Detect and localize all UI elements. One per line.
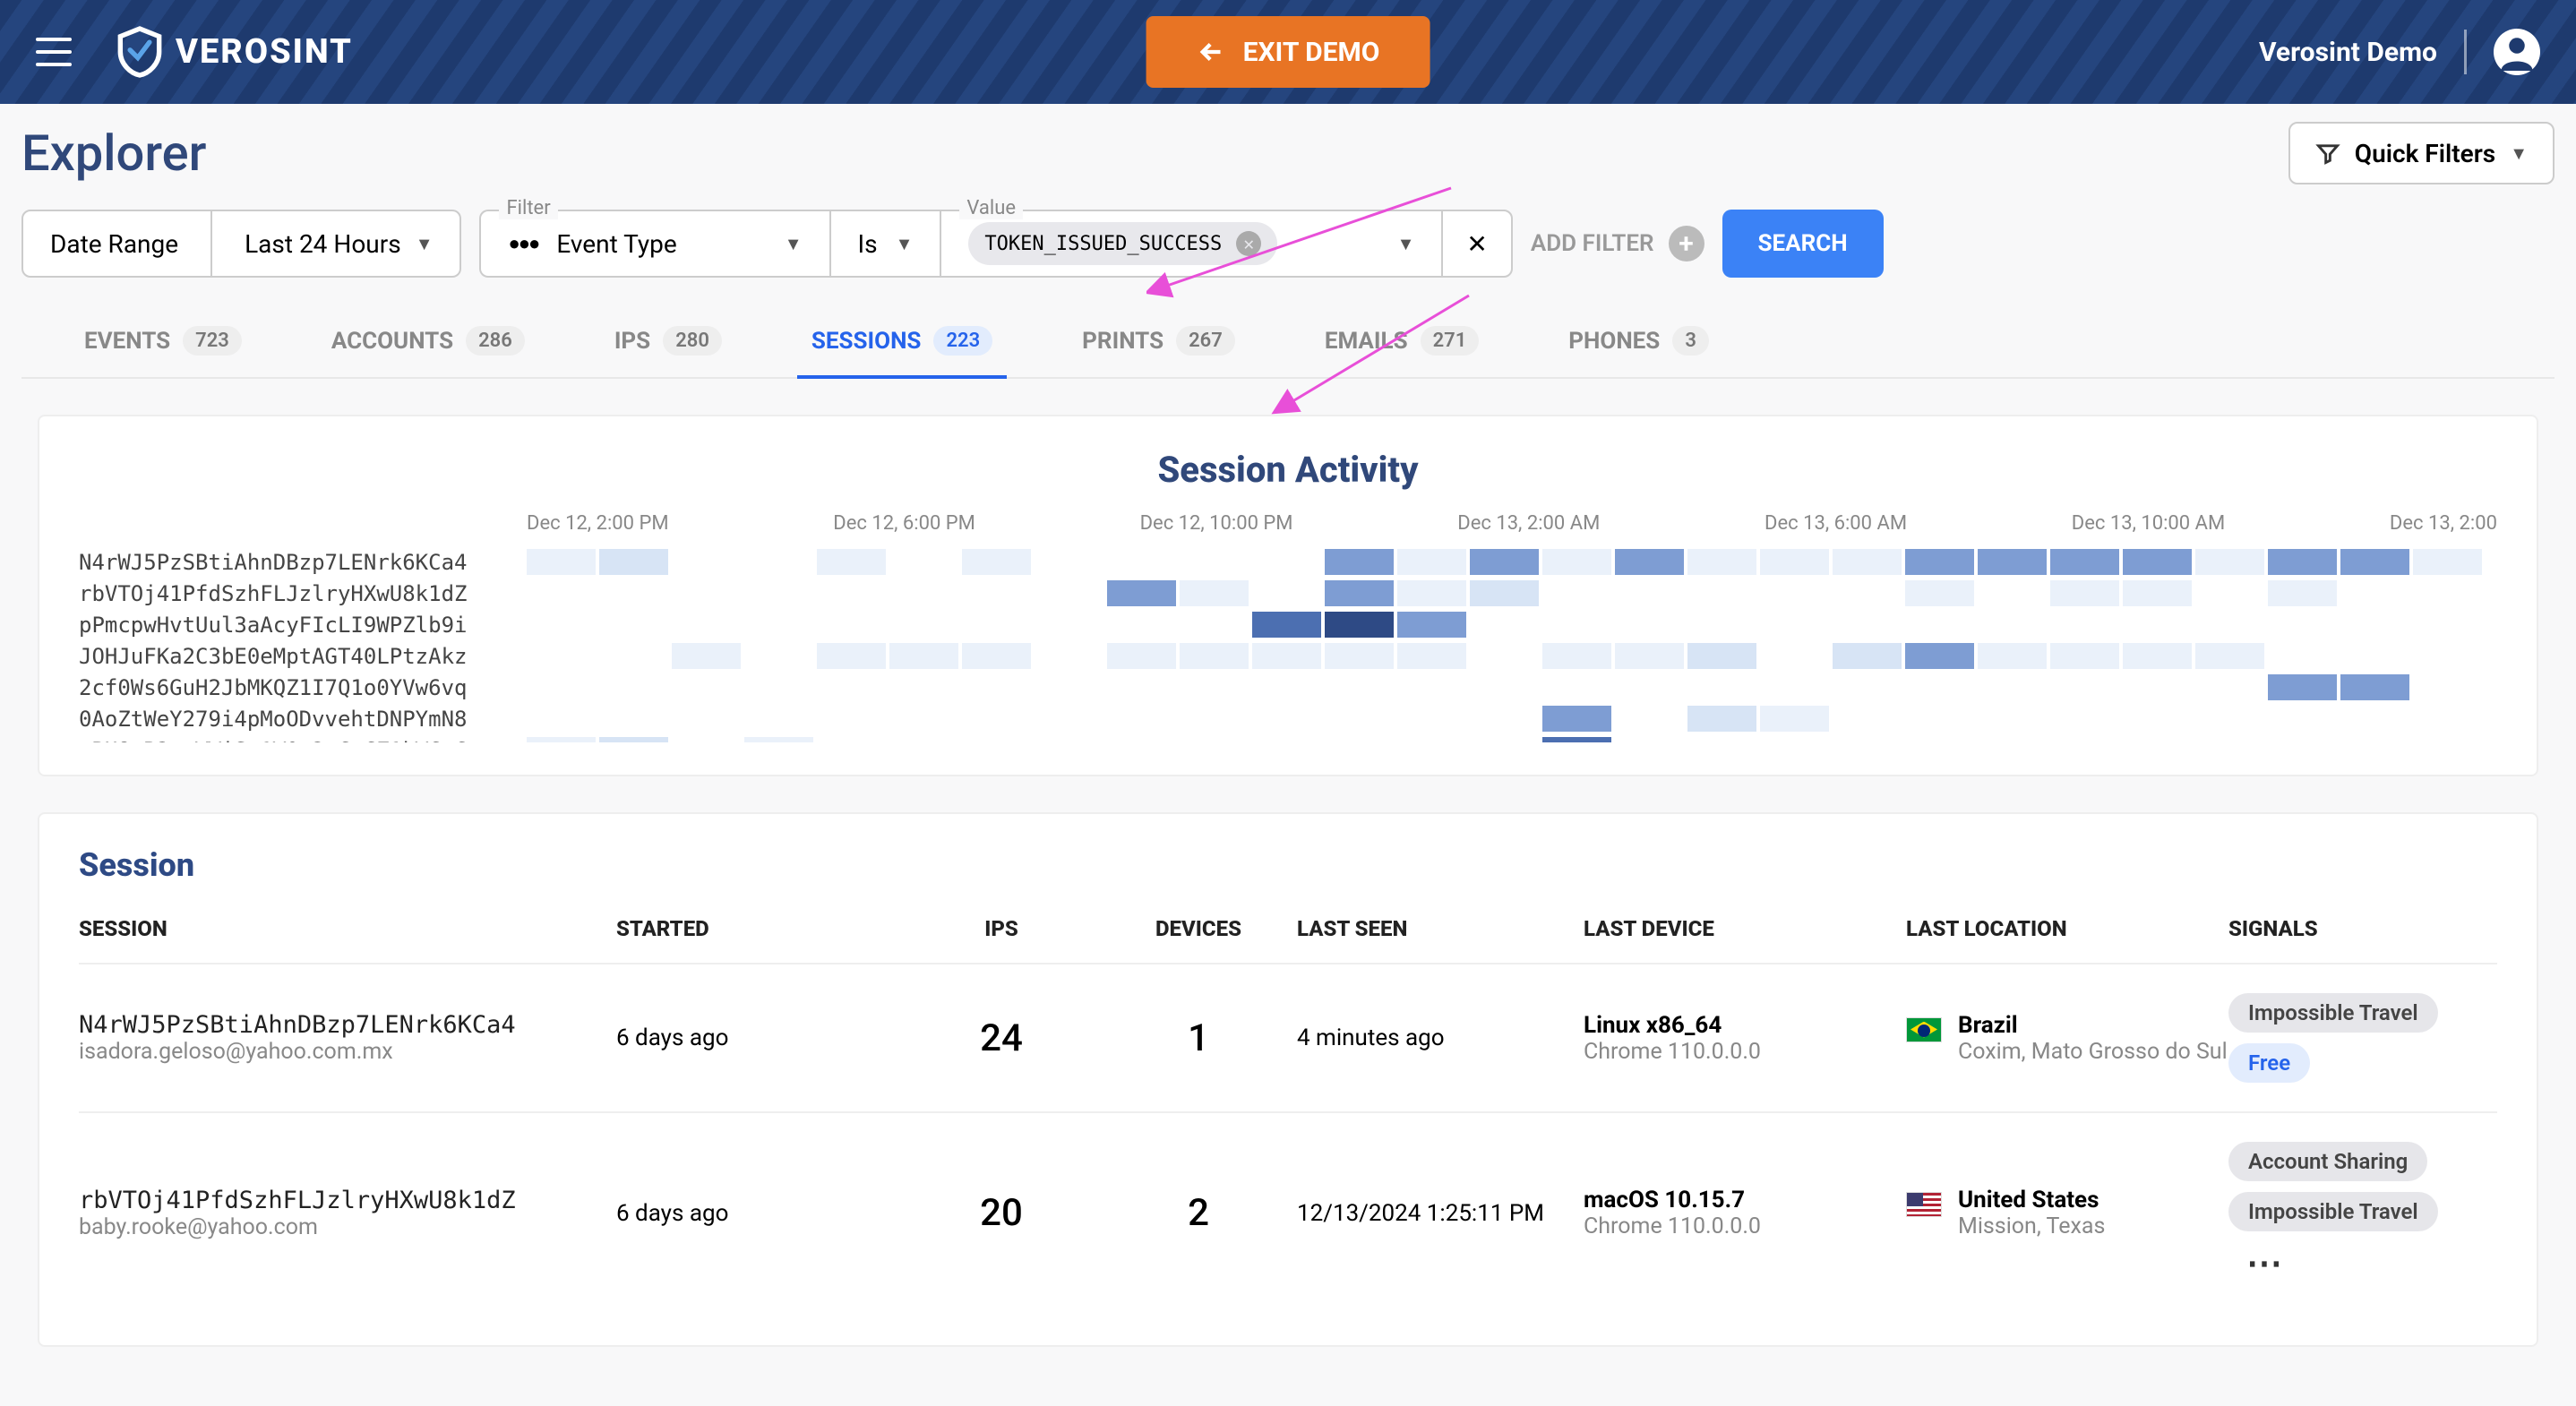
divider: [2464, 30, 2467, 74]
heatmap: N4rWJ5PzSBtiAhnDBzp7LENrk6KCa4rbVTOj41Pf…: [79, 547, 2497, 742]
tab-ips[interactable]: IPS280: [614, 304, 722, 377]
session-title: Session: [79, 846, 2497, 884]
heatmap-row: pPmcpwHvtUul3aAcyFIcLI9WPZlb9i: [79, 610, 2497, 639]
heatmap-row: JOHJuFKa2C3bE0eMptAGT40LPtzAkz: [79, 641, 2497, 671]
chevron-down-icon: ▼: [416, 233, 434, 255]
menu-icon[interactable]: [36, 38, 72, 66]
signal-badge: Account Sharing: [2228, 1142, 2427, 1181]
activity-title: Session Activity: [79, 449, 2497, 491]
search-button[interactable]: SEARCH: [1722, 210, 1884, 278]
filter-op-select[interactable]: Is ▼: [829, 210, 940, 278]
table-row[interactable]: rbVTOj41PfdSzhFLJzlryHXwU8k1dZbaby.rooke…: [79, 1111, 2497, 1313]
chevron-down-icon: ▼: [1397, 233, 1415, 255]
signal-badge: Free: [2228, 1043, 2310, 1083]
page-title: Explorer: [21, 124, 206, 183]
tab-prints[interactable]: PRINTS267: [1082, 304, 1235, 377]
exit-demo-button[interactable]: EXIT DEMO: [1146, 16, 1430, 88]
filter-chip: TOKEN_ISSUED_SUCCESS ✕: [968, 222, 1277, 265]
quick-filters-button[interactable]: Quick Filters ▼: [2288, 122, 2555, 184]
chevron-down-icon: ▼: [2510, 142, 2528, 165]
date-range-select[interactable]: Date Range Last 24 Hours ▼: [21, 210, 461, 278]
heatmap-row: vBH8zB2nvWWiSa1W0r2aCuCZ1kWCaC: [79, 735, 2497, 742]
heatmap-row: rbVTOj41PfdSzhFLJzlryHXwU8k1dZ: [79, 579, 2497, 608]
avatar[interactable]: [2494, 29, 2540, 75]
tab-events[interactable]: EVENTS723: [84, 304, 242, 377]
plus-icon: +: [1669, 226, 1704, 261]
arrow-left-icon: [1197, 37, 1227, 67]
signal-badge: Impossible Travel: [2228, 993, 2438, 1033]
event-type-icon: ●●●: [508, 232, 538, 255]
filter-group: Filter ●●● Event Type ▼ Is ▼ Value TOKEN…: [479, 210, 1512, 278]
chevron-down-icon: ▼: [896, 233, 914, 255]
tenant-name: Verosint Demo: [2259, 37, 2437, 68]
filter-icon: [2315, 141, 2340, 166]
tab-phones[interactable]: PHONES3: [1568, 304, 1709, 377]
signal-badge: Impossible Travel: [2228, 1192, 2438, 1231]
chevron-down-icon: ▼: [785, 233, 803, 255]
tab-accounts[interactable]: ACCOUNTS286: [331, 304, 525, 377]
filter-field-select[interactable]: Filter ●●● Event Type ▼: [479, 210, 829, 278]
tab-sessions[interactable]: SESSIONS223: [811, 304, 992, 377]
add-filter-button[interactable]: ADD FILTER +: [1531, 226, 1704, 261]
heatmap-row: 0AoZtWeY279i4pMoODvvehtDNPYmN8: [79, 704, 2497, 733]
more-icon[interactable]: ⋯: [2246, 1242, 2282, 1284]
clear-filter-button[interactable]: ✕: [1441, 210, 1512, 278]
filter-value-select[interactable]: Value TOKEN_ISSUED_SUCCESS ✕ ▼: [940, 210, 1441, 278]
logo: VEROSINT: [116, 26, 353, 78]
heatmap-row: N4rWJ5PzSBtiAhnDBzp7LENrk6KCa4: [79, 547, 2497, 577]
heatmap-row: 2cf0Ws6GuH2JbMKQZ1I7Q1o0YVw6vq: [79, 673, 2497, 702]
table-row[interactable]: N4rWJ5PzSBtiAhnDBzp7LENrk6KCa4isadora.ge…: [79, 963, 2497, 1111]
remove-chip-icon[interactable]: ✕: [1236, 231, 1261, 256]
app-name: VEROSINT: [176, 32, 353, 72]
tab-emails[interactable]: EMAILS271: [1325, 304, 1479, 377]
shield-icon: [116, 26, 163, 78]
